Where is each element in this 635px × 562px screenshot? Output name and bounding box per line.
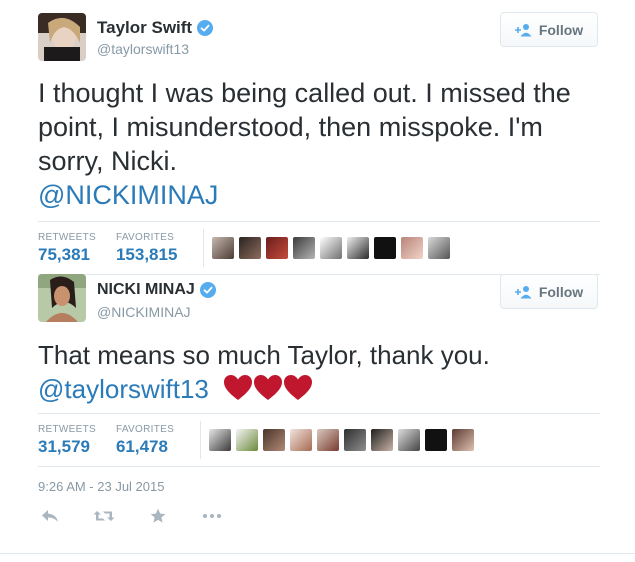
favoriter-avatar[interactable] [401, 237, 424, 259]
follow-person-icon [514, 285, 532, 298]
favoriter-avatar[interactable] [212, 237, 235, 259]
favorites-label: FAVORITES [115, 231, 175, 243]
follow-button[interactable]: Follow [500, 12, 598, 47]
heart-icon [284, 375, 313, 400]
hearts [224, 375, 313, 401]
favorite-icon[interactable] [146, 507, 170, 525]
bottom-divider [0, 553, 635, 554]
heart-icon [224, 375, 253, 400]
favoriter-avatar[interactable] [317, 429, 340, 451]
tweet-stats: RETWEETS 31,579 FAVORITES 61,478 [38, 413, 600, 467]
display-name-text: Taylor Swift [97, 18, 193, 37]
favorites-stat[interactable]: FAVORITES 153,815 [116, 232, 177, 265]
retweets-count: 31,579 [38, 436, 90, 456]
follow-label: Follow [538, 21, 584, 38]
favorites-stat[interactable]: FAVORITES 61,478 [116, 424, 174, 457]
handle[interactable]: @taylorswift13 [97, 41, 189, 57]
follow-label: Follow [538, 283, 584, 300]
more-icon[interactable] [200, 507, 224, 525]
favoriter-avatar[interactable] [263, 429, 286, 451]
heart-icon [254, 375, 283, 400]
tweet-body: That means so much Taylor, thank you. [38, 340, 490, 370]
favoriter-avatar[interactable] [320, 237, 343, 259]
tweet-text: I thought I was being called out. I miss… [38, 76, 603, 212]
retweets-label: RETWEETS [38, 231, 96, 243]
favoriter-avatar[interactable] [398, 429, 421, 451]
tweet-nicki: NICKI MINAJ @NICKIMINAJ Follow That mean… [0, 262, 635, 562]
favoriter-avatar[interactable] [266, 237, 289, 259]
avatar[interactable] [38, 274, 86, 322]
retweets-stat[interactable]: RETWEETS 31,579 [38, 424, 96, 457]
favoriter-avatar[interactable] [428, 237, 451, 259]
favoriter-avatar[interactable] [347, 237, 370, 259]
favoriter-avatar[interactable] [371, 429, 394, 451]
avatar[interactable] [38, 13, 86, 61]
favoriter-avatar[interactable] [239, 237, 262, 259]
favoriters-avatars [209, 429, 475, 451]
reply-icon[interactable] [38, 507, 62, 525]
favoriters-avatars [212, 237, 451, 259]
timestamp[interactable]: 9:26 AM - 23 Jul 2015 [38, 479, 164, 494]
retweets-label: RETWEETS [38, 423, 96, 435]
favoriter-avatar[interactable] [293, 237, 316, 259]
favoriter-avatar[interactable] [425, 429, 448, 451]
display-name[interactable]: NICKI MINAJ [97, 281, 216, 299]
tweet-body: I thought I was being called out. I miss… [38, 78, 571, 176]
favoriter-avatar[interactable] [374, 237, 397, 259]
retweets-stat[interactable]: RETWEETS 75,381 [38, 232, 96, 265]
mention-link[interactable]: @NICKIMINAJ [38, 180, 218, 210]
display-name-text: NICKI MINAJ [97, 281, 195, 298]
favoriter-avatar[interactable] [290, 429, 313, 451]
tweet-text: That means so much Taylor, thank you. @t… [38, 338, 603, 406]
retweet-icon[interactable] [92, 507, 116, 525]
favoriter-avatar[interactable] [236, 429, 259, 451]
verified-icon [199, 282, 216, 298]
favorites-label: FAVORITES [115, 423, 175, 435]
tweet-taylor: Taylor Swift @taylorswift13 Follow I tho… [0, 0, 635, 275]
follow-button[interactable]: Follow [500, 274, 598, 309]
stats-divider [200, 421, 202, 459]
handle[interactable]: @NICKIMINAJ [97, 304, 191, 320]
favoriter-avatar[interactable] [344, 429, 367, 451]
favoriter-avatar[interactable] [209, 429, 232, 451]
display-name[interactable]: Taylor Swift [97, 18, 214, 38]
tweet-actions [38, 507, 224, 525]
favoriter-avatar[interactable] [452, 429, 475, 451]
favorites-count: 61,478 [115, 436, 168, 456]
mention-link[interactable]: @taylorswift13 [38, 374, 209, 404]
follow-person-icon [514, 23, 532, 36]
verified-icon [197, 20, 214, 36]
